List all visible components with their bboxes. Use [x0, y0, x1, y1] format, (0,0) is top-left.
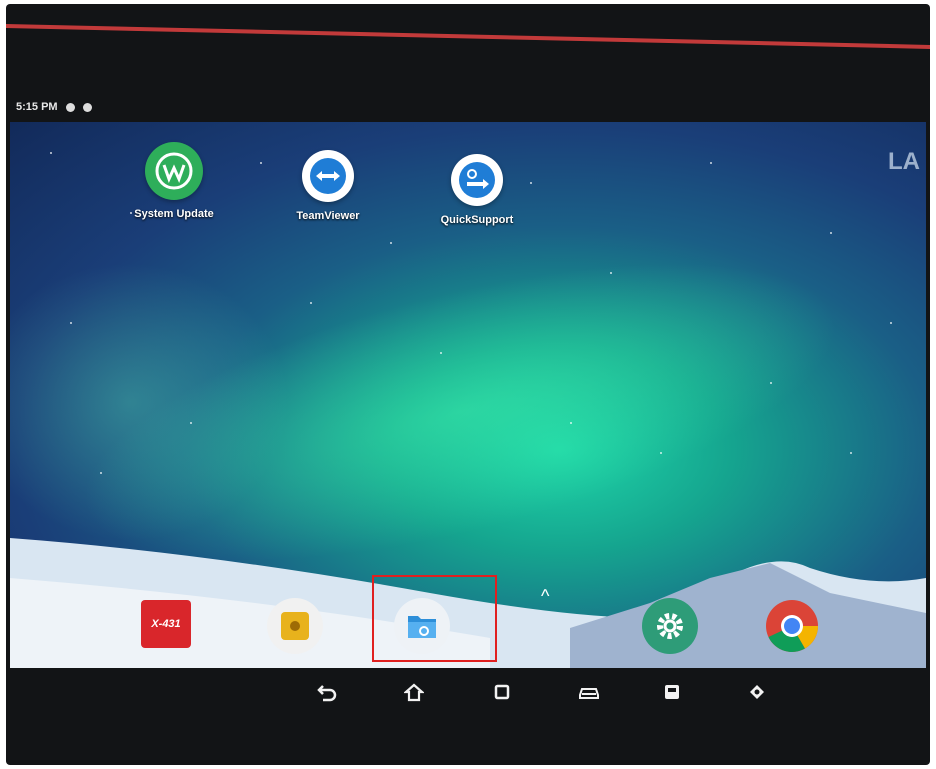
- status-time: 5:15 PM: [16, 101, 58, 113]
- status-bar: 5:15 PM: [16, 96, 92, 118]
- screenshot-icon[interactable]: [658, 678, 686, 706]
- vehicle-diagnostic-icon[interactable]: [575, 678, 603, 706]
- gear-icon: [657, 613, 683, 639]
- navigation-bar: [6, 668, 930, 718]
- camera-icon: [281, 612, 309, 640]
- app-system-update[interactable]: System Update: [119, 142, 229, 220]
- x431-app[interactable]: X-431: [141, 600, 191, 648]
- app-teamviewer[interactable]: TeamViewer: [273, 150, 383, 222]
- settings-status-icon: [65, 102, 75, 112]
- system-update-icon: [145, 142, 203, 200]
- camera-app[interactable]: [267, 598, 323, 654]
- recent-apps-icon[interactable]: [488, 678, 516, 706]
- settings-app[interactable]: [642, 598, 698, 654]
- app-quicksupport[interactable]: QuickSupport: [422, 154, 532, 226]
- app-drawer-caret-icon[interactable]: ^: [541, 586, 549, 607]
- highlight-annotation-box: [372, 575, 497, 662]
- app-label: QuickSupport: [440, 214, 514, 226]
- teamviewer-icon: [302, 150, 354, 202]
- shield-status-icon: [82, 102, 92, 112]
- app-label: TeamViewer: [296, 210, 360, 222]
- app-label: System Update: [134, 208, 214, 220]
- chrome-app[interactable]: [764, 598, 820, 654]
- quicksupport-icon: [451, 154, 503, 206]
- x431-label: X-431: [151, 618, 181, 630]
- chrome-icon: [766, 600, 818, 652]
- device-frame: 5:15 PM LA System Update TeamViewer Quic…: [6, 4, 930, 765]
- red-annotation-line: [6, 24, 930, 50]
- vci-icon[interactable]: [743, 678, 771, 706]
- home-icon[interactable]: [400, 678, 428, 706]
- edge-text: LA: [888, 148, 920, 175]
- back-icon[interactable]: [313, 678, 341, 706]
